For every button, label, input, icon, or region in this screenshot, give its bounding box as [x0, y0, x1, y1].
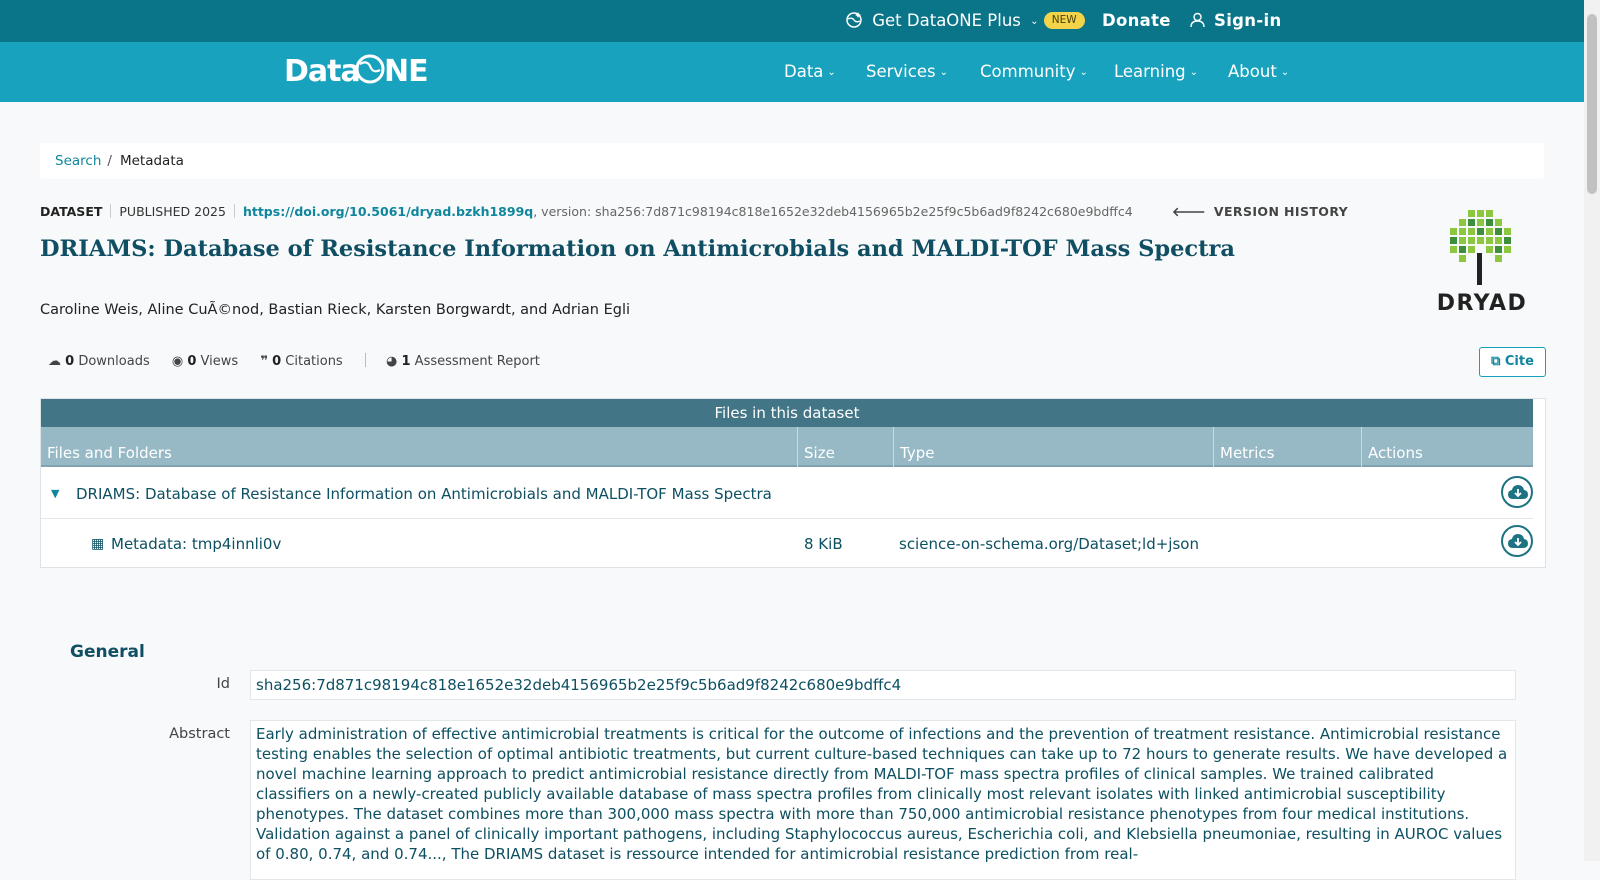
cloud-download-icon — [1508, 485, 1528, 499]
assessment-count: 1 — [401, 354, 411, 369]
divider — [110, 204, 112, 218]
top-utility-bar: Get DataONE Plus ⌄ NEW Donate Sign-in — [0, 0, 1584, 42]
citations-count: 0 — [272, 354, 282, 369]
page-scrollbar[interactable] — [1584, 0, 1600, 861]
version-text: , version: sha256:7d871c98194c818e1652e3… — [533, 204, 1133, 219]
get-dataone-plus-menu[interactable]: Get DataONE Plus ⌄ NEW — [845, 0, 1085, 42]
download-folder-button[interactable] — [1501, 476, 1533, 508]
chevron-down-icon: ⌄ — [1079, 67, 1088, 78]
cloud-download-icon — [1508, 534, 1528, 548]
abstract-label: Abstract — [169, 726, 230, 742]
citations-metric[interactable]: ❞ 0 Citations — [260, 354, 347, 369]
cite-button[interactable]: ⧉ Cite — [1479, 347, 1546, 377]
get-dataone-plus-label: Get DataONE Plus — [872, 11, 1021, 30]
column-actions: Actions — [1361, 427, 1533, 467]
breadcrumb-current: Metadata — [119, 153, 184, 169]
id-value: sha256:7d871c98194c818e1652e32deb4156965… — [250, 670, 1516, 700]
sign-in-link[interactable]: Sign-in — [1190, 0, 1282, 42]
download-file-button[interactable] — [1501, 525, 1533, 557]
column-files-and-folders: Files and Folders — [47, 444, 172, 462]
nav-community[interactable]: Community ⌄ — [980, 42, 1088, 102]
quote-icon: ❞ — [260, 354, 268, 369]
file-size: 8 KiB — [804, 535, 843, 553]
new-badge: NEW — [1043, 12, 1085, 29]
main-navbar: Data NE Data ⌄ Services ⌄ Community ⌄ Learn… — [0, 42, 1584, 102]
version-history-link[interactable]: 🡐 VERSION HISTORY — [1172, 200, 1348, 224]
divider — [233, 204, 235, 218]
cloud-download-icon: ☁ — [48, 354, 61, 369]
nav-learning-label: Learning — [1114, 62, 1186, 81]
assessment-label: Assessment Report — [414, 354, 540, 369]
file-type: science-on-schema.org/Dataset;ld+json — [899, 535, 1199, 553]
chevron-down-icon: ⌄ — [1189, 67, 1199, 78]
nav-about-label: About — [1228, 62, 1277, 81]
nav-about[interactable]: About ⌄ — [1228, 42, 1289, 102]
views-count: 0 — [187, 354, 197, 369]
nav-data[interactable]: Data ⌄ — [784, 42, 836, 102]
arrow-left-icon: 🡐 — [1172, 204, 1206, 219]
dataset-meta-row: DATASET PUBLISHED 2025 https://doi.org/10.… — [40, 200, 1133, 224]
donate-link[interactable]: Donate — [1102, 0, 1171, 42]
nav-services-label: Services — [866, 62, 936, 81]
files-table-header: Files and Folders Size Type Metrics Acti… — [41, 427, 1533, 467]
citations-label: Citations — [285, 354, 343, 369]
downloads-metric[interactable]: ☁ 0 Downloads — [48, 354, 154, 369]
dataset-authors: Caroline Weis, Aline CuÃ©nod, Bastian Ri… — [40, 302, 631, 318]
dataset-type-label: DATASET — [40, 204, 103, 219]
downloads-count: 0 — [65, 354, 75, 369]
views-label: Views — [200, 354, 239, 369]
chevron-down-icon: ⌄ — [939, 67, 948, 78]
dryad-tree-logo: DRYAD — [1437, 210, 1528, 316]
column-type: Type — [893, 427, 1213, 467]
assessment-report-metric[interactable]: ◕ 1 Assessment Report — [386, 354, 540, 369]
version-history-label: VERSION HISTORY — [1213, 204, 1349, 219]
scrollbar-thumb[interactable] — [1587, 14, 1597, 194]
user-icon — [1190, 12, 1205, 28]
nav-data-label: Data — [784, 62, 824, 81]
svg-text:Data: Data — [284, 54, 360, 89]
breadcrumb-search-link[interactable]: Search — [55, 153, 101, 169]
chevron-down-icon: ⌄ — [1280, 67, 1290, 78]
chevron-down-icon: ⌄ — [827, 67, 836, 78]
svg-text:NE: NE — [384, 54, 428, 89]
general-section-title: General — [70, 642, 145, 662]
nav-services[interactable]: Services ⌄ — [866, 42, 948, 102]
doi-link[interactable]: https://doi.org/10.5061/dryad.bzkh1899q — [243, 204, 533, 219]
dataset-title: DRIAMS: Database of Resistance Informati… — [40, 236, 1235, 262]
dryad-wordmark: DRYAD — [1437, 291, 1528, 316]
published-label: PUBLISHED 2025 — [119, 204, 226, 219]
files-table: Files in this dataset Files and Folders … — [40, 398, 1546, 568]
globe-sparkle-icon — [846, 12, 862, 28]
dataset-metrics: ☁ 0 Downloads ◉ 0 Views ❞ 0 Citations ◕ … — [48, 352, 558, 372]
chevron-down-icon: ⌄ — [1030, 16, 1039, 27]
nav-community-label: Community — [980, 62, 1076, 81]
breadcrumb-separator: / — [107, 153, 112, 169]
id-label: Id — [216, 676, 230, 692]
views-metric[interactable]: ◉ 0 Views — [172, 354, 242, 369]
dryad-repository-logo[interactable]: DRYAD — [1430, 208, 1534, 320]
file-name[interactable]: Metadata: tmp4innli0v — [111, 519, 281, 569]
sign-in-label: Sign-in — [1214, 11, 1282, 30]
gauge-icon: ◕ — [386, 354, 398, 369]
folder-name[interactable]: DRIAMS: Database of Resistance Informati… — [76, 469, 772, 519]
dataone-logo-mark: Data NE — [284, 54, 429, 89]
nav-learning[interactable]: Learning ⌄ — [1114, 42, 1198, 102]
cite-label: Cite — [1504, 354, 1534, 369]
breadcrumb: Search / Metadata — [40, 143, 1544, 179]
table-row: ▼ DRIAMS: Database of Resistance Informa… — [41, 469, 1533, 519]
downloads-label: Downloads — [78, 354, 150, 369]
caret-down-icon[interactable]: ▼ — [51, 469, 59, 519]
table-row: ▦ Metadata: tmp4innli0v 8 KiB science-on… — [41, 519, 1533, 569]
eye-icon: ◉ — [171, 354, 184, 369]
table-icon: ▦ — [91, 536, 105, 552]
dataone-logo[interactable]: Data NE — [284, 50, 429, 94]
divider — [364, 353, 366, 367]
abstract-value: Early administration of effective antimi… — [250, 720, 1516, 880]
column-size: Size — [797, 427, 893, 467]
files-table-title: Files in this dataset — [41, 399, 1533, 427]
copy-icon: ⧉ — [1491, 354, 1501, 369]
column-metrics: Metrics — [1213, 427, 1361, 467]
